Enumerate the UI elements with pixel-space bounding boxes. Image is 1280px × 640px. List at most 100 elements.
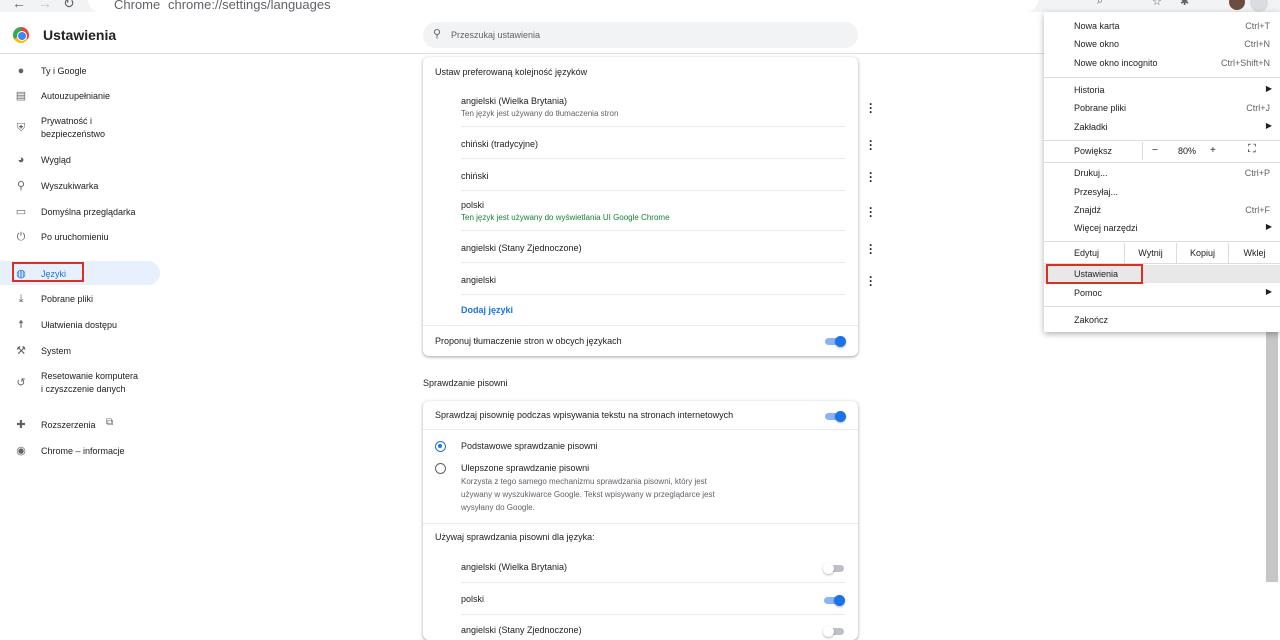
menu-item-label: Pobrane pliki [1074, 103, 1127, 113]
spellcheck-language-toggle[interactable] [823, 563, 845, 574]
zoom-icon[interactable]: ⌕ [1097, 0, 1103, 8]
shortcut-label: Ctrl+P [1244, 168, 1270, 178]
sidebar-item-label: Po uruchomieniu [41, 232, 109, 242]
zoom-in-button[interactable]: + [1210, 145, 1216, 156]
language-name: chiński (tradycyjne) [461, 139, 539, 149]
menu-item-label: Zakończ [1074, 315, 1109, 325]
more-actions-icon[interactable]: · · · [867, 239, 875, 259]
shortcut-label: Ctrl+N [1244, 39, 1270, 49]
menu-item-label: Historia [1074, 85, 1105, 95]
menu-item-history[interactable]: Historia ▶ [1044, 81, 1280, 99]
enhanced-spellcheck-radio[interactable] [435, 463, 446, 474]
menu-separator [1044, 162, 1280, 163]
sidebar-item-label: Ułatwienia dostępu [41, 320, 118, 330]
language-name: chiński [461, 171, 489, 181]
avatar[interactable] [1229, 0, 1245, 10]
menu-item-find[interactable]: Znajdź Ctrl+F [1044, 201, 1280, 219]
zoom-out-button[interactable]: − [1152, 145, 1158, 156]
more-actions-icon[interactable]: · · · [867, 135, 875, 155]
sidebar-item-you-and-google[interactable]: ● Ty i Google [0, 58, 160, 82]
menu-separator [1044, 241, 1280, 242]
sidebar-item-autofill[interactable]: ▤ Autouzupełnianie [0, 83, 160, 107]
divider [423, 523, 858, 524]
menu-item-downloads[interactable]: Pobrane pliki Ctrl+J [1044, 99, 1280, 117]
search-input[interactable] [451, 22, 851, 48]
sidebar-item-about[interactable]: ◉ Chrome – informacje [0, 438, 160, 462]
menu-item-label: Pomoc [1074, 288, 1103, 298]
sidebar-item-default-browser[interactable]: ▭ Domyślna przeglądarka [0, 199, 160, 223]
highlight-languages [12, 262, 84, 282]
menu-item-label: Powiększ [1074, 146, 1113, 156]
sidebar-item-downloads[interactable]: ⤓ Pobrane pliki [0, 286, 160, 310]
sidebar-item-extensions[interactable]: ✚ Rozszerzenia ⧉ [0, 412, 160, 436]
language-row: angielski · · · [461, 263, 873, 295]
menu-item-bookmarks[interactable]: Zakładki ▶ [1044, 118, 1280, 136]
more-actions-icon[interactable]: · · · [867, 202, 875, 222]
wrench-icon: ⚒ [16, 345, 26, 357]
menu-item-more-tools[interactable]: Więcej narzędzi ▶ [1044, 219, 1280, 237]
sidebar-item-appearance[interactable]: ◕ Wygląd [0, 147, 160, 171]
language-name: angielski (Stany Zjednoczone) [461, 243, 582, 253]
language-row: chiński · · · [461, 159, 873, 191]
accessibility-icon: ☨ [18, 319, 24, 331]
extensions-icon[interactable]: ✱ [1180, 0, 1189, 8]
reload-icon[interactable]: ↻ [63, 0, 75, 12]
history-icon: ↺ [16, 377, 26, 389]
scrollbar-thumb[interactable] [1266, 290, 1278, 582]
puzzle-icon: ✚ [16, 419, 26, 431]
menu-item-print[interactable]: Drukuj... Ctrl+P [1044, 164, 1280, 182]
chrome-menu: Nowa karta Ctrl+T Nowe okno Ctrl+N Nowe … [1044, 12, 1280, 332]
menu-item-cast[interactable]: Przesyłaj... [1044, 183, 1280, 201]
language-name: angielski [461, 275, 497, 285]
basic-spellcheck-label: Podstawowe sprawdzanie pisowni [461, 441, 598, 451]
language-name: angielski (Wielka Brytania) [461, 562, 568, 572]
sidebar-item-label: Pobrane pliki [41, 294, 94, 304]
paste-button[interactable]: Wklej [1228, 243, 1280, 263]
sidebar-item-reset[interactable]: ↺ Resetowanie komputera i czyszczenie da… [0, 368, 160, 398]
address-bar[interactable]: Chrome chrome://settings/languages [88, 0, 1038, 12]
menu-item-label: Nowe okno incognito [1074, 58, 1158, 68]
palette-icon: ◕ [17, 154, 25, 166]
language-name: polski [461, 200, 485, 210]
language-note: Ten język jest używany do wyświetlania U… [461, 213, 670, 222]
settings-search[interactable]: ⚲ [423, 22, 858, 48]
fullscreen-icon[interactable]: ⛶ [1248, 143, 1256, 156]
spellcheck-language-toggle[interactable] [823, 595, 845, 606]
spellcheck-enable-label: Sprawdzaj pisownię podczas wpisywania te… [435, 410, 734, 420]
more-actions-icon[interactable]: · · · [867, 98, 875, 118]
bookmark-star-icon[interactable]: ☆ [1152, 0, 1162, 8]
submenu-arrow-icon: ▶ [1265, 287, 1272, 296]
menu-item-new-window[interactable]: Nowe okno Ctrl+N [1044, 35, 1280, 53]
power-icon: ⏻ [16, 231, 26, 243]
language-row: chiński (tradycyjne) · · · [461, 127, 873, 159]
forward-icon[interactable]: → [38, 0, 52, 11]
cut-button[interactable]: Wytnij [1124, 243, 1176, 263]
divider [423, 429, 858, 430]
copy-button[interactable]: Kopiuj [1176, 243, 1228, 263]
sidebar-item-search-engine[interactable]: ⚲ Wyszukiwarka [0, 173, 160, 197]
spellcheck-enable-toggle[interactable] [824, 411, 846, 422]
sidebar: ● Ty i Google ▤ Autouzupełnianie ⛨ Prywa… [0, 55, 162, 640]
menu-item-label: Drukuj... [1074, 168, 1108, 178]
menu-item-help[interactable]: Pomoc ▶ [1044, 284, 1280, 302]
menu-item-incognito[interactable]: Nowe okno incognito Ctrl+Shift+N [1044, 54, 1280, 72]
add-languages-link[interactable]: Dodaj języki [461, 305, 513, 315]
basic-spellcheck-radio[interactable] [435, 441, 446, 452]
menu-item-exit[interactable]: Zakończ [1044, 311, 1280, 329]
menu-kebab-icon[interactable] [1250, 0, 1268, 12]
sidebar-item-on-startup[interactable]: ⏻ Po uruchomieniu [0, 224, 160, 248]
more-actions-icon[interactable]: · · · [867, 167, 875, 187]
translate-offer-toggle[interactable] [824, 336, 846, 347]
sidebar-item-label: System [41, 346, 72, 356]
sidebar-item-privacy[interactable]: ⛨ Prywatność i bezpieczeństwo [0, 113, 160, 143]
menu-item-label: Więcej narzędzi [1074, 223, 1138, 233]
spellcheck-language-toggle[interactable] [823, 626, 845, 637]
menu-item-new-tab[interactable]: Nowa karta Ctrl+T [1044, 17, 1280, 35]
menu-item-label: Zakładki [1074, 122, 1108, 132]
person-icon: ● [17, 65, 25, 77]
sidebar-item-accessibility[interactable]: ☨ Ułatwienia dostępu [0, 312, 160, 336]
sidebar-item-system[interactable]: ⚒ System [0, 338, 160, 362]
more-actions-icon[interactable]: · · · [867, 271, 875, 291]
back-icon[interactable]: ← [12, 0, 26, 11]
toggle-knob [834, 595, 845, 606]
